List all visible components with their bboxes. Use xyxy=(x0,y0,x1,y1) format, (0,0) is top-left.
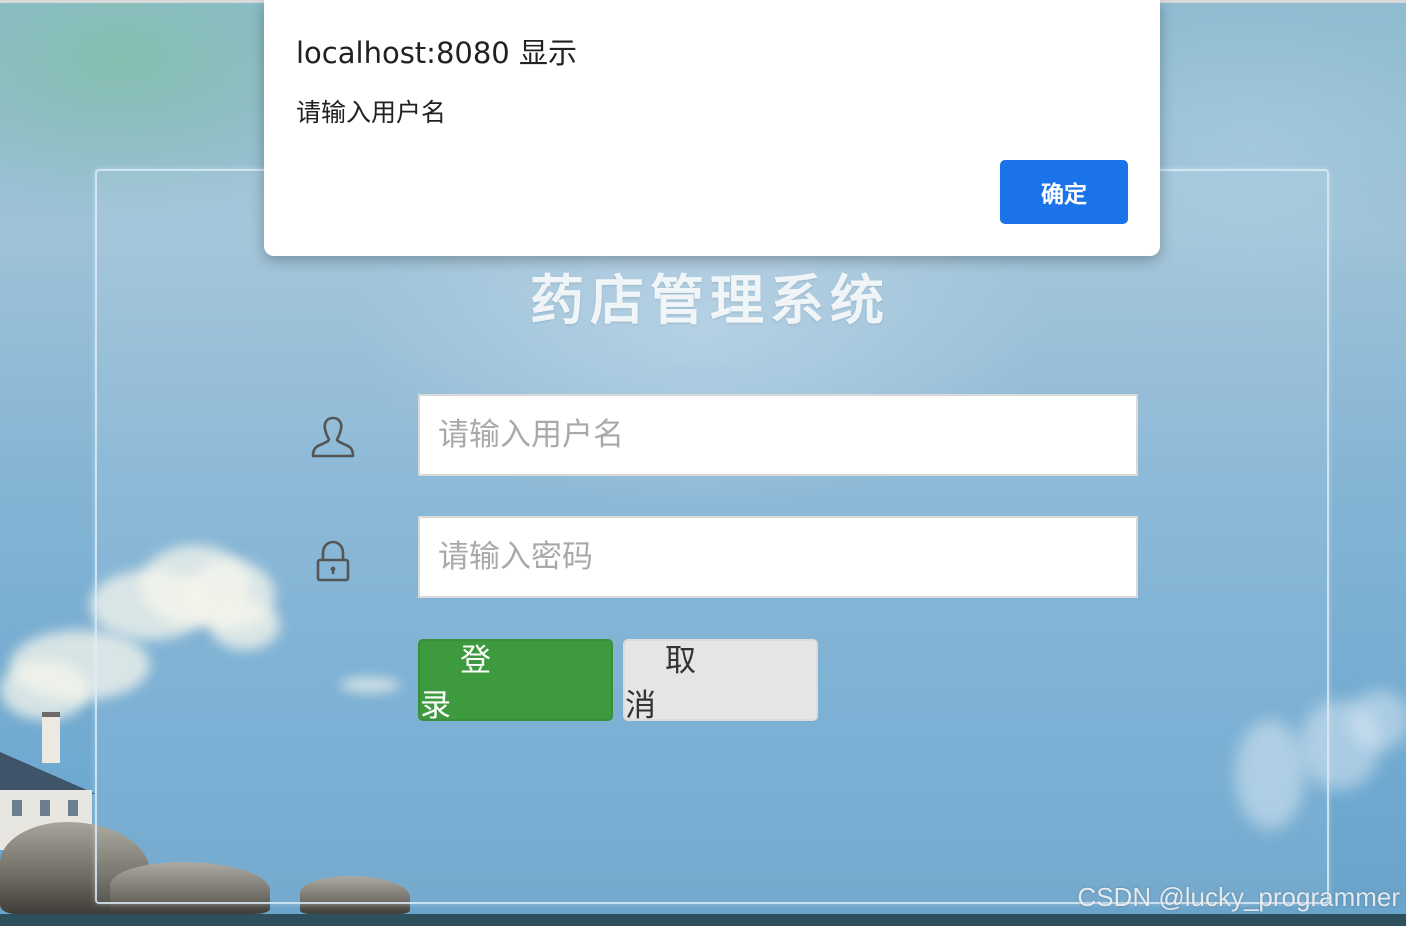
username-input[interactable] xyxy=(418,394,1138,476)
alert-dialog: localhost:8080 显示 请输入用户名 确定 xyxy=(264,0,1160,256)
password-input[interactable] xyxy=(418,516,1138,598)
dialog-message: 请输入用户名 xyxy=(296,98,447,127)
dialog-title: localhost:8080 显示 xyxy=(296,36,577,70)
lock-icon xyxy=(308,538,358,588)
cancel-button[interactable]: 取 消 xyxy=(623,639,818,724)
bottom-strip xyxy=(0,914,1406,926)
page-title: 药店管理系统 xyxy=(530,269,890,332)
login-button[interactable]: 登 录 xyxy=(418,639,613,724)
dialog-ok-button[interactable]: 确定 xyxy=(1000,160,1128,224)
watermark: CSDN @lucky_programmer xyxy=(1077,882,1400,912)
user-icon xyxy=(308,412,358,462)
